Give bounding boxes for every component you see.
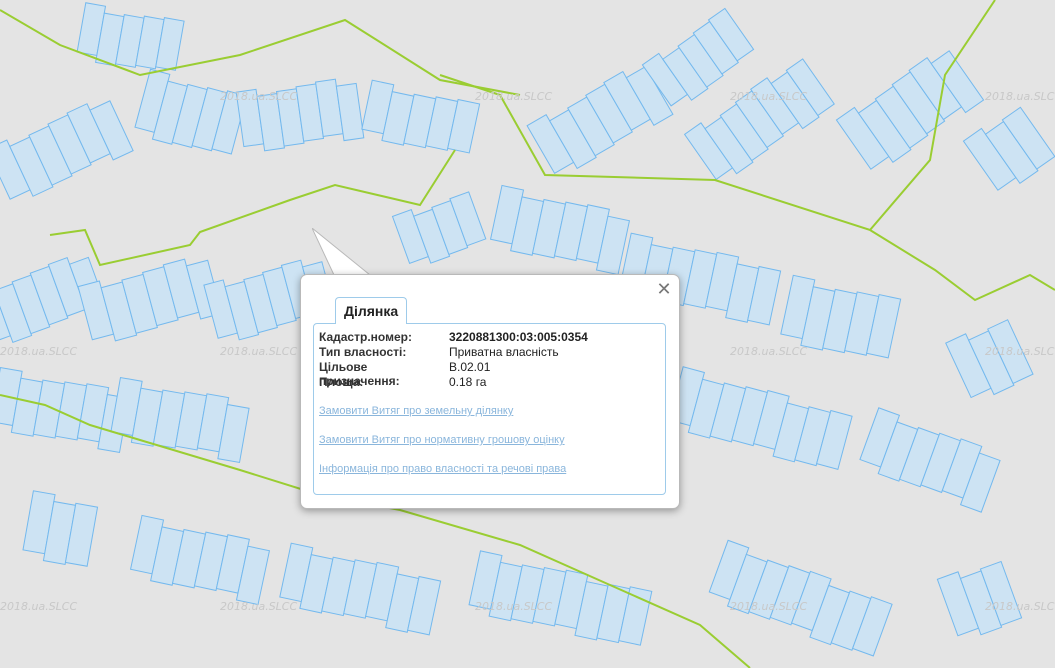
watermark: 2018.ua.SLCC: [985, 90, 1055, 103]
field-value: B.02.01: [449, 360, 491, 374]
field-value: 3220881300:03:005:0354: [449, 330, 588, 344]
parcel-info-panel: Кадастр.номер: 3220881300:03:005:0354 Ти…: [313, 323, 666, 495]
close-button[interactable]: ✕: [656, 279, 672, 299]
field-value: Приватна власність: [449, 345, 559, 359]
watermark: 2018.ua.SLCC: [220, 345, 297, 358]
watermark: 2018.ua.SLCC: [475, 90, 552, 103]
watermark: 2018.ua.SLCC: [985, 600, 1055, 613]
tab-parcel[interactable]: Ділянка: [335, 297, 408, 324]
order-valuation-extract-link[interactable]: Замовити Витяг про нормативну грошову оц…: [319, 434, 565, 446]
order-land-extract-link[interactable]: Замовити Витяг про земельну ділянку: [319, 405, 513, 417]
field-label: Тип власності:: [319, 345, 407, 359]
parcel-info-popup: ✕ Ділянка Кадастр.номер: 3220881300:03:0…: [300, 274, 680, 509]
watermark: 2018.ua.SLCC: [730, 90, 807, 103]
field-label: Площа:: [319, 375, 364, 389]
watermark: 2018.ua.SLCC: [220, 90, 297, 103]
watermark: 2018.ua.SLCC: [0, 600, 77, 613]
watermark: 2018.ua.SLCC: [985, 345, 1055, 358]
watermark: 2018.ua.SLCC: [730, 345, 807, 358]
close-icon: ✕: [656, 279, 672, 299]
popup-pointer: [312, 228, 372, 278]
watermark: 2018.ua.SLCC: [0, 345, 77, 358]
watermark: 2018.ua.SLCC: [730, 600, 807, 613]
field-label: Кадастр.номер:: [319, 330, 412, 344]
watermark: 2018.ua.SLCC: [475, 600, 552, 613]
field-value: 0.18 га: [449, 375, 487, 389]
ownership-rights-info-link[interactable]: Інформація про право власності та речові…: [319, 463, 566, 475]
watermark: 2018.ua.SLCC: [220, 600, 297, 613]
